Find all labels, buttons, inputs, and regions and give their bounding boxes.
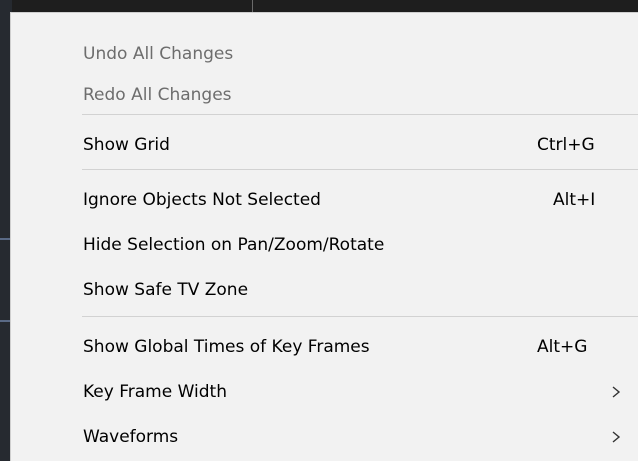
menu-item-label: Show Safe TV Zone — [83, 280, 249, 300]
menu-item-undo-all-changes[interactable]: Undo All Changes — [11, 34, 638, 74]
menu-item-label: Show Global Times of Key Frames — [83, 337, 370, 357]
context-menu: Undo All Changes Redo All Changes Show G… — [10, 12, 638, 461]
menu-item-show-safe-tv-zone[interactable]: Show Safe TV Zone — [11, 270, 638, 310]
chevron-right-icon — [612, 431, 621, 443]
menu-item-show-grid[interactable]: Show Grid Ctrl+G — [11, 125, 638, 165]
menu-item-waveforms[interactable]: Waveforms — [11, 417, 638, 457]
menu-item-shortcut: Alt+I — [553, 190, 596, 210]
background-toolbar-strip — [0, 0, 638, 12]
menu-item-shortcut: Alt+G — [537, 337, 588, 357]
menu-item-label: Redo All Changes — [83, 85, 232, 105]
menu-item-shortcut: Ctrl+G — [537, 135, 595, 155]
menu-item-label: Show Grid — [83, 135, 170, 155]
menu-item-label: Waveforms — [83, 427, 179, 447]
menu-item-redo-all-changes[interactable]: Redo All Changes — [11, 75, 638, 115]
app-background: Undo All Changes Redo All Changes Show G… — [0, 0, 638, 461]
menu-separator — [82, 169, 638, 170]
menu-separator — [82, 114, 638, 115]
menu-item-key-frame-width[interactable]: Key Frame Width — [11, 372, 638, 412]
menu-item-ignore-objects-not-selected[interactable]: Ignore Objects Not Selected Alt+I — [11, 180, 638, 220]
menu-item-label: Undo All Changes — [83, 44, 234, 64]
menu-item-hide-selection-on-pan-zoom-rotate[interactable]: Hide Selection on Pan/Zoom/Rotate — [11, 225, 638, 265]
chevron-right-icon — [612, 386, 621, 398]
menu-item-label: Ignore Objects Not Selected — [83, 190, 321, 210]
background-divider — [252, 0, 253, 12]
menu-item-label: Key Frame Width — [83, 382, 227, 402]
menu-item-show-global-times-of-key-frames[interactable]: Show Global Times of Key Frames Alt+G — [11, 327, 638, 367]
menu-item-label: Hide Selection on Pan/Zoom/Rotate — [83, 235, 385, 255]
menu-separator — [82, 316, 638, 317]
